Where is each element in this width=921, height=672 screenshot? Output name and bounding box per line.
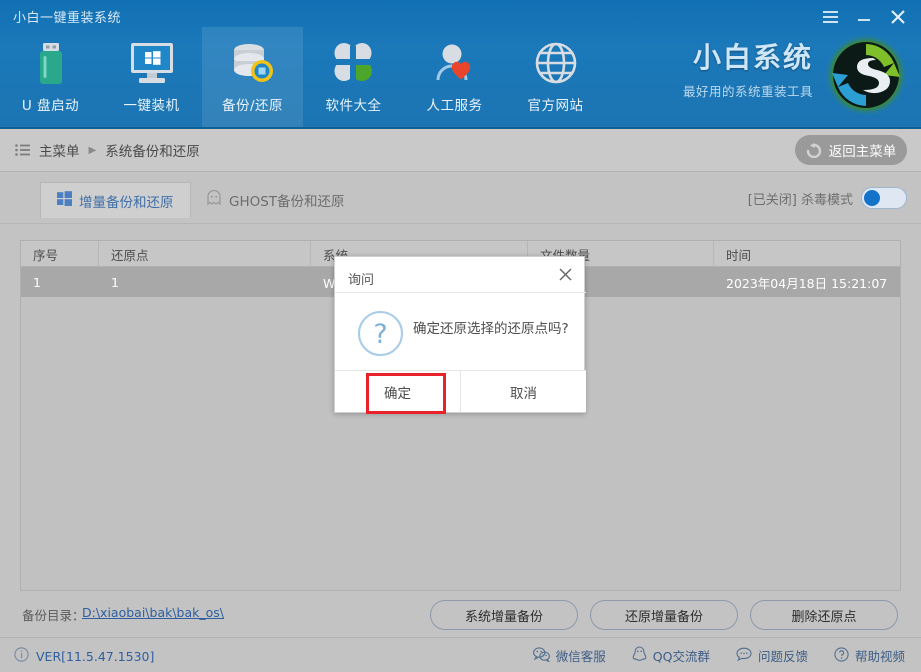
backup-directory-link[interactable]: D:\xiaobai\bak\bak_os\ [82, 605, 224, 620]
wechat-support-link[interactable]: 微信客服 [533, 646, 606, 665]
monitor-windows-icon [128, 38, 176, 90]
back-button-label: 返回主菜单 [829, 140, 897, 160]
version-label: VER[11.5.47.1530] [36, 649, 154, 664]
title-bar-and-navigation: 小白一键重装系统 [0, 0, 921, 129]
brand-tagline: 最好用的系统重装工具 [683, 81, 813, 100]
system-incremental-backup-button[interactable]: 系统增量备份 [430, 600, 578, 630]
backup-directory-bar: 备份目录： D:\xiaobai\bak\bak_os\ 系统增量备份 还原增量… [0, 591, 921, 638]
brand-block: 小白系统 最好用的系统重装工具 [683, 36, 813, 100]
back-to-main-menu-button[interactable]: 返回主菜单 [795, 135, 907, 165]
antivirus-mode-control: [已关闭] 杀毒模式 [748, 187, 907, 209]
menu-icon[interactable] [813, 4, 847, 30]
nav-label: 人工服务 [427, 94, 483, 114]
dialog-title-divider [335, 292, 586, 293]
nav-item-software-store[interactable]: 软件大全 [303, 27, 404, 129]
dialog-actions: 确定 取消 [335, 370, 586, 412]
link-label: 问题反馈 [758, 646, 808, 665]
dialog-title: 询问 [348, 269, 374, 288]
windows-icon [57, 191, 72, 210]
toggle-knob [864, 190, 880, 206]
nav-label: 官方网站 [528, 94, 584, 114]
info-circle-icon [14, 647, 29, 665]
clover-apps-icon [331, 38, 377, 90]
help-video-link[interactable]: 帮助视频 [834, 646, 905, 665]
nav-label: 软件大全 [326, 94, 382, 114]
main-navigation: U 盘启动 [0, 27, 606, 129]
qq-penguin-icon [632, 646, 647, 665]
nav-item-one-click-install[interactable]: 一键装机 [101, 27, 202, 129]
confirm-dialog: 询问 ? 确定还原选择的还原点吗? 确定 取消 [334, 256, 585, 413]
nav-label: 备份/还原 [222, 94, 283, 114]
brand-logo-icon [821, 30, 911, 120]
dialog-cancel-button[interactable]: 取消 [460, 371, 586, 412]
back-arrow-icon [806, 143, 823, 158]
antivirus-mode-label: [已关闭] 杀毒模式 [748, 189, 853, 208]
nav-label: U 盘启动 [22, 94, 79, 114]
svg-text:?: ? [373, 319, 387, 350]
antivirus-mode-toggle[interactable] [861, 187, 907, 209]
cell-index: 1 [21, 267, 99, 297]
breadcrumb-root[interactable]: 主菜单 [39, 140, 80, 160]
breadcrumb-bar: 主菜单 ▶ 系统备份和还原 返回主菜单 [0, 129, 921, 172]
breadcrumb-current: 系统备份和还原 [105, 140, 200, 160]
feedback-link[interactable]: 问题反馈 [736, 646, 808, 665]
chat-bubble-icon [736, 647, 752, 665]
link-label: 帮助视频 [855, 646, 905, 665]
cell-time: 2023年04月18日 15:21:07 [714, 267, 900, 297]
menu-list-icon [15, 144, 30, 156]
qq-group-link[interactable]: QQ交流群 [632, 646, 710, 665]
delete-restore-point-button[interactable]: 删除还原点 [750, 600, 898, 630]
app-title: 小白一键重装系统 [13, 7, 121, 26]
support-links: 微信客服 QQ交流群 [533, 646, 905, 665]
nav-item-backup-restore[interactable]: 备份/还原 [202, 27, 303, 129]
application-window: 小白一键重装系统 [0, 0, 921, 672]
link-label: QQ交流群 [653, 646, 710, 665]
globe-icon [534, 38, 578, 90]
nav-item-official-website[interactable]: 官方网站 [505, 27, 606, 129]
window-controls [813, 4, 915, 30]
column-header-index[interactable]: 序号 [21, 241, 99, 267]
wechat-icon [533, 647, 550, 665]
restore-incremental-backup-button[interactable]: 还原增量备份 [590, 600, 738, 630]
question-circle-icon [834, 647, 849, 665]
dialog-close-icon[interactable] [551, 262, 579, 286]
tab-ghost-backup[interactable]: GHOST备份和还原 [190, 182, 361, 218]
ghost-icon [206, 190, 222, 210]
column-header-restore-point[interactable]: 还原点 [99, 241, 311, 267]
close-icon[interactable] [881, 4, 915, 30]
nav-item-usb-boot[interactable]: U 盘启动 [0, 27, 101, 129]
nav-item-human-service[interactable]: 人工服务 [404, 27, 505, 129]
minimize-icon[interactable] [847, 4, 881, 30]
status-bar: VER[11.5.47.1530] 微信客服 [0, 638, 921, 672]
version-info: VER[11.5.47.1530] [14, 647, 154, 665]
tab-label: 增量备份和还原 [79, 191, 174, 211]
usb-icon [34, 38, 68, 90]
dialog-confirm-button[interactable]: 确定 [335, 371, 460, 412]
tab-label: GHOST备份和还原 [229, 190, 345, 210]
dialog-message: 确定还原选择的还原点吗? [413, 320, 573, 339]
person-heart-icon [433, 38, 477, 90]
brand-name: 小白系统 [683, 36, 813, 76]
database-restore-icon [229, 38, 277, 90]
tab-incremental-backup[interactable]: 增量备份和还原 [40, 182, 191, 218]
cell-restore-point: 1 [99, 267, 311, 297]
chevron-right-icon: ▶ [89, 145, 97, 156]
question-mark-circle-icon: ? [357, 310, 404, 361]
column-header-time[interactable]: 时间 [714, 241, 900, 267]
link-label: 微信客服 [556, 646, 606, 665]
nav-label: 一键装机 [124, 94, 180, 114]
backup-directory-label: 备份目录： [22, 605, 85, 624]
tab-strip: 增量备份和还原 GHOST备份和还原 [已关闭] 杀毒模式 [0, 172, 921, 224]
